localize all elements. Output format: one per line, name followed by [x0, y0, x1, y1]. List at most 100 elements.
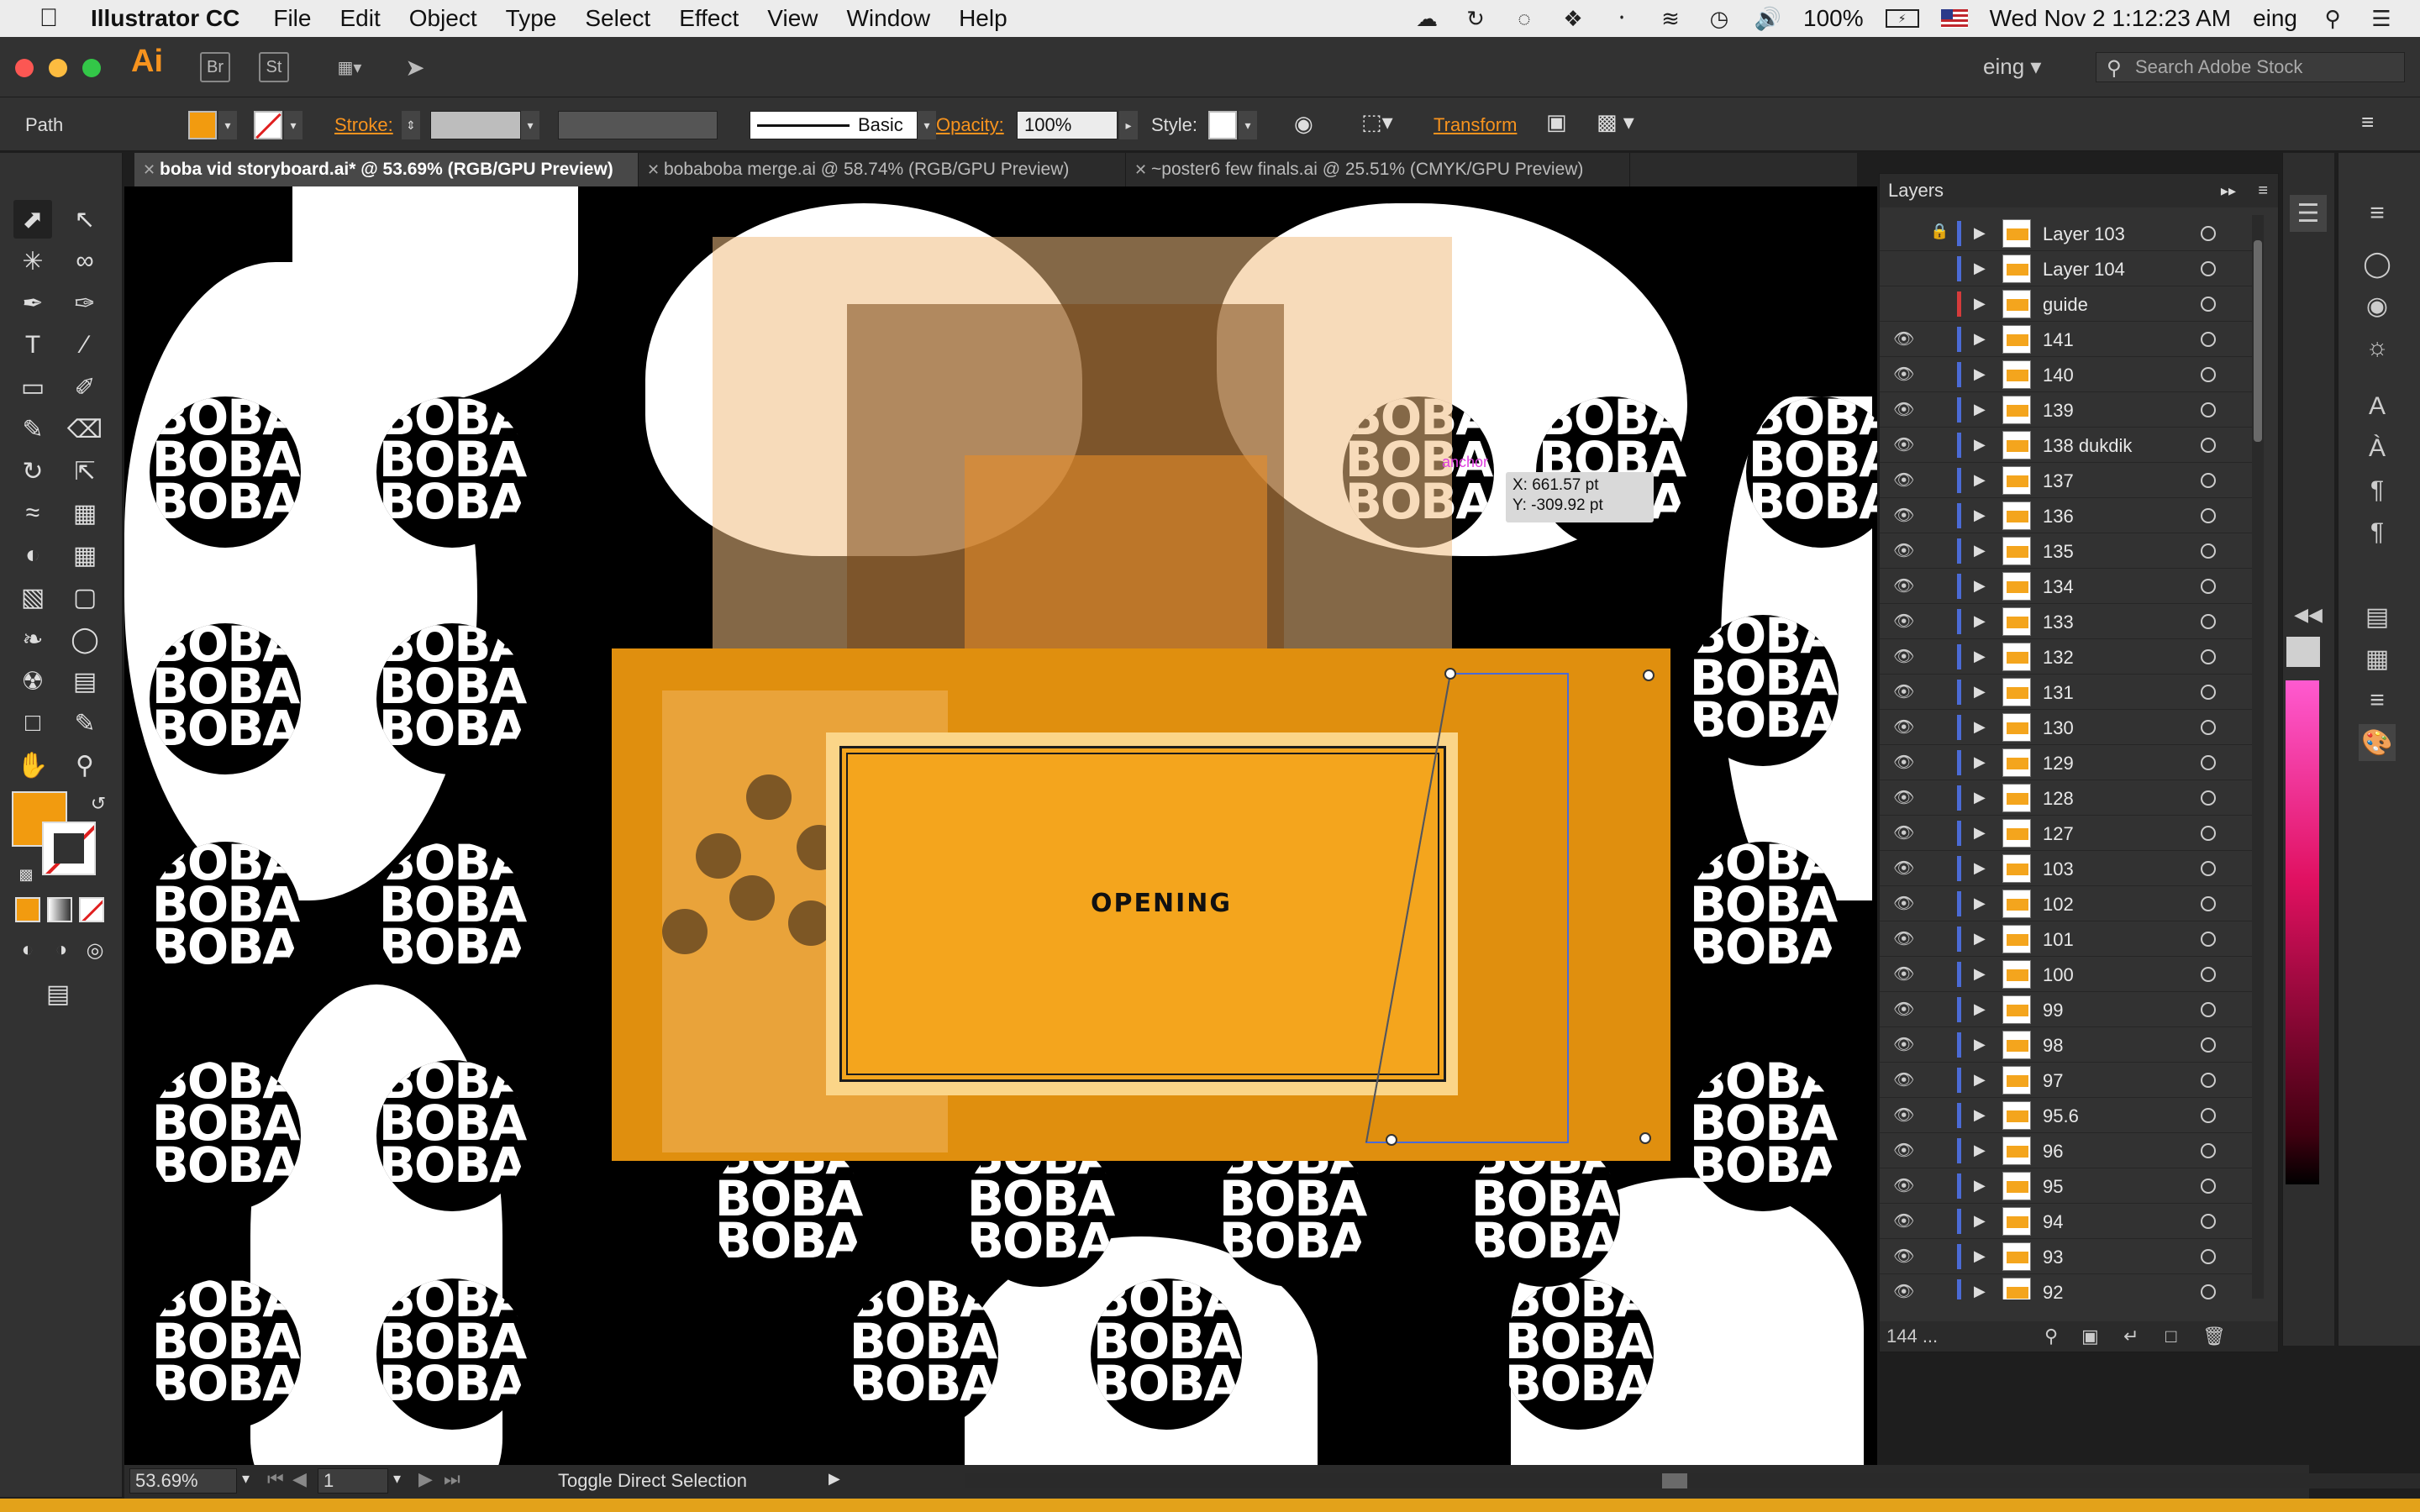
stroke-weight-field[interactable] — [430, 111, 521, 139]
target-circle-icon[interactable] — [2201, 261, 2216, 276]
menu-object[interactable]: Object — [409, 5, 477, 32]
column-graph-tool-icon[interactable]: ▤ — [66, 662, 104, 701]
cloud-status-icon[interactable]: ◌ — [1511, 5, 1538, 32]
expand-triangle-icon[interactable]: ▶ — [1974, 789, 1986, 806]
layer-row[interactable]: 👁 ▶ 139 — [1880, 392, 2263, 428]
expand-triangle-icon[interactable]: ▶ — [1974, 1247, 1986, 1265]
last-artboard-icon[interactable]: ⏭ — [444, 1468, 460, 1490]
layer-name[interactable]: 140 — [2043, 365, 2074, 386]
variable-width-profile[interactable] — [558, 111, 718, 139]
visibility-eye-icon[interactable]: 👁 — [1893, 752, 1914, 772]
color-panel-icon[interactable]: 🎨 — [2359, 724, 2396, 761]
menu-view[interactable]: View — [767, 5, 818, 32]
target-circle-icon[interactable] — [2201, 896, 2216, 911]
expand-triangle-icon[interactable]: ▶ — [1974, 471, 1986, 489]
layer-name[interactable]: 127 — [2043, 823, 2074, 845]
layer-row[interactable]: 👁 ▶ 140 — [1880, 357, 2263, 392]
target-circle-icon[interactable] — [2201, 790, 2216, 806]
align-to-icon[interactable]: ⬚▾ — [1361, 109, 1393, 135]
opacity-field[interactable]: 100% — [1017, 111, 1118, 139]
graphic-style-swatch[interactable] — [1208, 111, 1237, 139]
status-text[interactable]: Toggle Direct Selection — [558, 1470, 747, 1492]
tab-poster6-few-finals[interactable]: ✕ ~poster6 few finals.ai @ 25.51% (CMYK/… — [1126, 153, 1630, 186]
expand-triangle-icon[interactable]: ▶ — [1974, 1036, 1986, 1053]
target-circle-icon[interactable] — [2201, 226, 2216, 241]
delete-layer-icon[interactable]: 🗑 — [2202, 1326, 2226, 1347]
create-sublayer-icon[interactable]: ↵ — [2123, 1326, 2139, 1347]
wifi-icon[interactable]: ≋ — [1657, 5, 1684, 32]
panel-menu-icon[interactable]: ≡ — [2258, 181, 2268, 201]
app-menu[interactable]: Illustrator CC — [91, 5, 239, 32]
artboard-tool-icon[interactable]: □ — [13, 704, 52, 743]
layer-name[interactable]: 98 — [2043, 1035, 2063, 1057]
battery-icon[interactable]: ⚡ — [1885, 9, 1919, 28]
layer-row[interactable]: 👁 ▶ 93 — [1880, 1239, 2263, 1274]
layer-row[interactable]: 👁 ▶ 96 — [1880, 1133, 2263, 1168]
layers-scrollbar[interactable] — [2252, 215, 2264, 1299]
expand-triangle-icon[interactable]: ▶ — [1974, 1106, 1986, 1124]
anchor-point-handle[interactable] — [1444, 668, 1456, 680]
expand-triangle-icon[interactable]: ▶ — [1974, 260, 1986, 277]
gradient-mode-icon[interactable] — [47, 897, 72, 922]
document-canvas[interactable]: BOBABOBABOBA BOBABOBABOBA BOBABOBABOBA B… — [124, 186, 1877, 1467]
line-segment-tool-icon[interactable]: ∕ — [66, 326, 104, 365]
close-window-button[interactable] — [15, 59, 34, 77]
visibility-eye-icon[interactable]: 👁 — [1893, 1069, 1914, 1089]
layer-name[interactable]: 136 — [2043, 506, 2074, 528]
target-circle-icon[interactable] — [2201, 1249, 2216, 1264]
target-circle-icon[interactable] — [2201, 685, 2216, 700]
layer-name[interactable]: 99 — [2043, 1000, 2063, 1021]
eyedropper-tool-icon[interactable]: ❧ — [13, 620, 52, 659]
visibility-eye-icon[interactable]: 👁 — [1893, 963, 1914, 984]
mesh-tool-icon[interactable]: ▧ — [13, 578, 52, 617]
visibility-eye-icon[interactable]: 👁 — [1893, 505, 1914, 525]
bridge-button[interactable]: Br — [200, 52, 230, 82]
draw-inside-icon[interactable]: ◎ — [76, 931, 114, 969]
pencil-tool-icon[interactable]: ✎ — [13, 410, 52, 449]
bluetooth-icon[interactable]: ᛫ — [1608, 5, 1635, 32]
target-circle-icon[interactable] — [2201, 720, 2216, 735]
expand-triangle-icon[interactable]: ▶ — [1974, 1071, 1986, 1089]
target-circle-icon[interactable] — [2201, 826, 2216, 841]
layer-row[interactable]: 👁 ▶ 101 — [1880, 921, 2263, 957]
layer-name[interactable]: 141 — [2043, 329, 2074, 351]
lasso-tool-icon[interactable]: ∞ — [66, 242, 104, 281]
layer-row[interactable]: 👁 ▶ 136 — [1880, 498, 2263, 533]
target-circle-icon[interactable] — [2201, 297, 2216, 312]
rotate-tool-icon[interactable]: ↻ — [13, 452, 52, 491]
layer-row[interactable]: 👁 ▶ 95.6 — [1880, 1098, 2263, 1133]
free-transform-tool-icon[interactable]: ▦ — [66, 494, 104, 533]
close-tab-icon[interactable]: ✕ — [647, 161, 660, 179]
volume-icon[interactable]: 🔊 — [1754, 5, 1781, 32]
layer-row[interactable]: 👁 ▶ 128 — [1880, 780, 2263, 816]
close-tab-icon[interactable]: ✕ — [1134, 161, 1147, 179]
transform-icon[interactable]: ▦ — [2359, 640, 2396, 677]
fill-dropdown[interactable]: ▾ — [218, 111, 237, 139]
status-menu-icon[interactable]: ▶ — [829, 1470, 840, 1488]
zoom-window-button[interactable] — [82, 59, 101, 77]
swap-fill-stroke-icon[interactable]: ↺ — [79, 785, 118, 823]
visibility-eye-icon[interactable]: 👁 — [1893, 822, 1914, 843]
stock-button[interactable]: St — [259, 52, 289, 82]
stroke-label[interactable]: Stroke: — [334, 114, 393, 136]
target-circle-icon[interactable] — [2201, 932, 2216, 947]
gpu-performance-icon[interactable]: ➤ — [400, 52, 430, 82]
expand-triangle-icon[interactable]: ▶ — [1974, 542, 1986, 559]
expand-triangle-icon[interactable]: ▶ — [1974, 1283, 1986, 1299]
expand-triangle-icon[interactable]: ▶ — [1974, 683, 1986, 701]
visibility-eye-icon[interactable]: 👁 — [1893, 717, 1914, 737]
visibility-eye-icon[interactable]: 👁 — [1893, 540, 1914, 560]
visibility-eye-icon[interactable]: 👁 — [1893, 575, 1914, 596]
menu-effect[interactable]: Effect — [679, 5, 739, 32]
expand-triangle-icon[interactable]: ▶ — [1974, 612, 1986, 630]
target-circle-icon[interactable] — [2201, 579, 2216, 594]
expand-triangle-icon[interactable]: ▶ — [1974, 753, 1986, 771]
new-layer-icon[interactable]: □ — [2165, 1326, 2176, 1347]
target-circle-icon[interactable] — [2201, 367, 2216, 382]
canvas-horizontal-scrollbar[interactable] — [965, 1473, 2420, 1488]
visibility-eye-icon[interactable]: 👁 — [1893, 1246, 1914, 1266]
target-circle-icon[interactable] — [2201, 438, 2216, 453]
direct-selection-tool-icon[interactable]: ↖ — [66, 200, 104, 239]
graphic-style-dropdown[interactable]: ▾ — [1239, 111, 1257, 139]
target-circle-icon[interactable] — [2201, 755, 2216, 770]
